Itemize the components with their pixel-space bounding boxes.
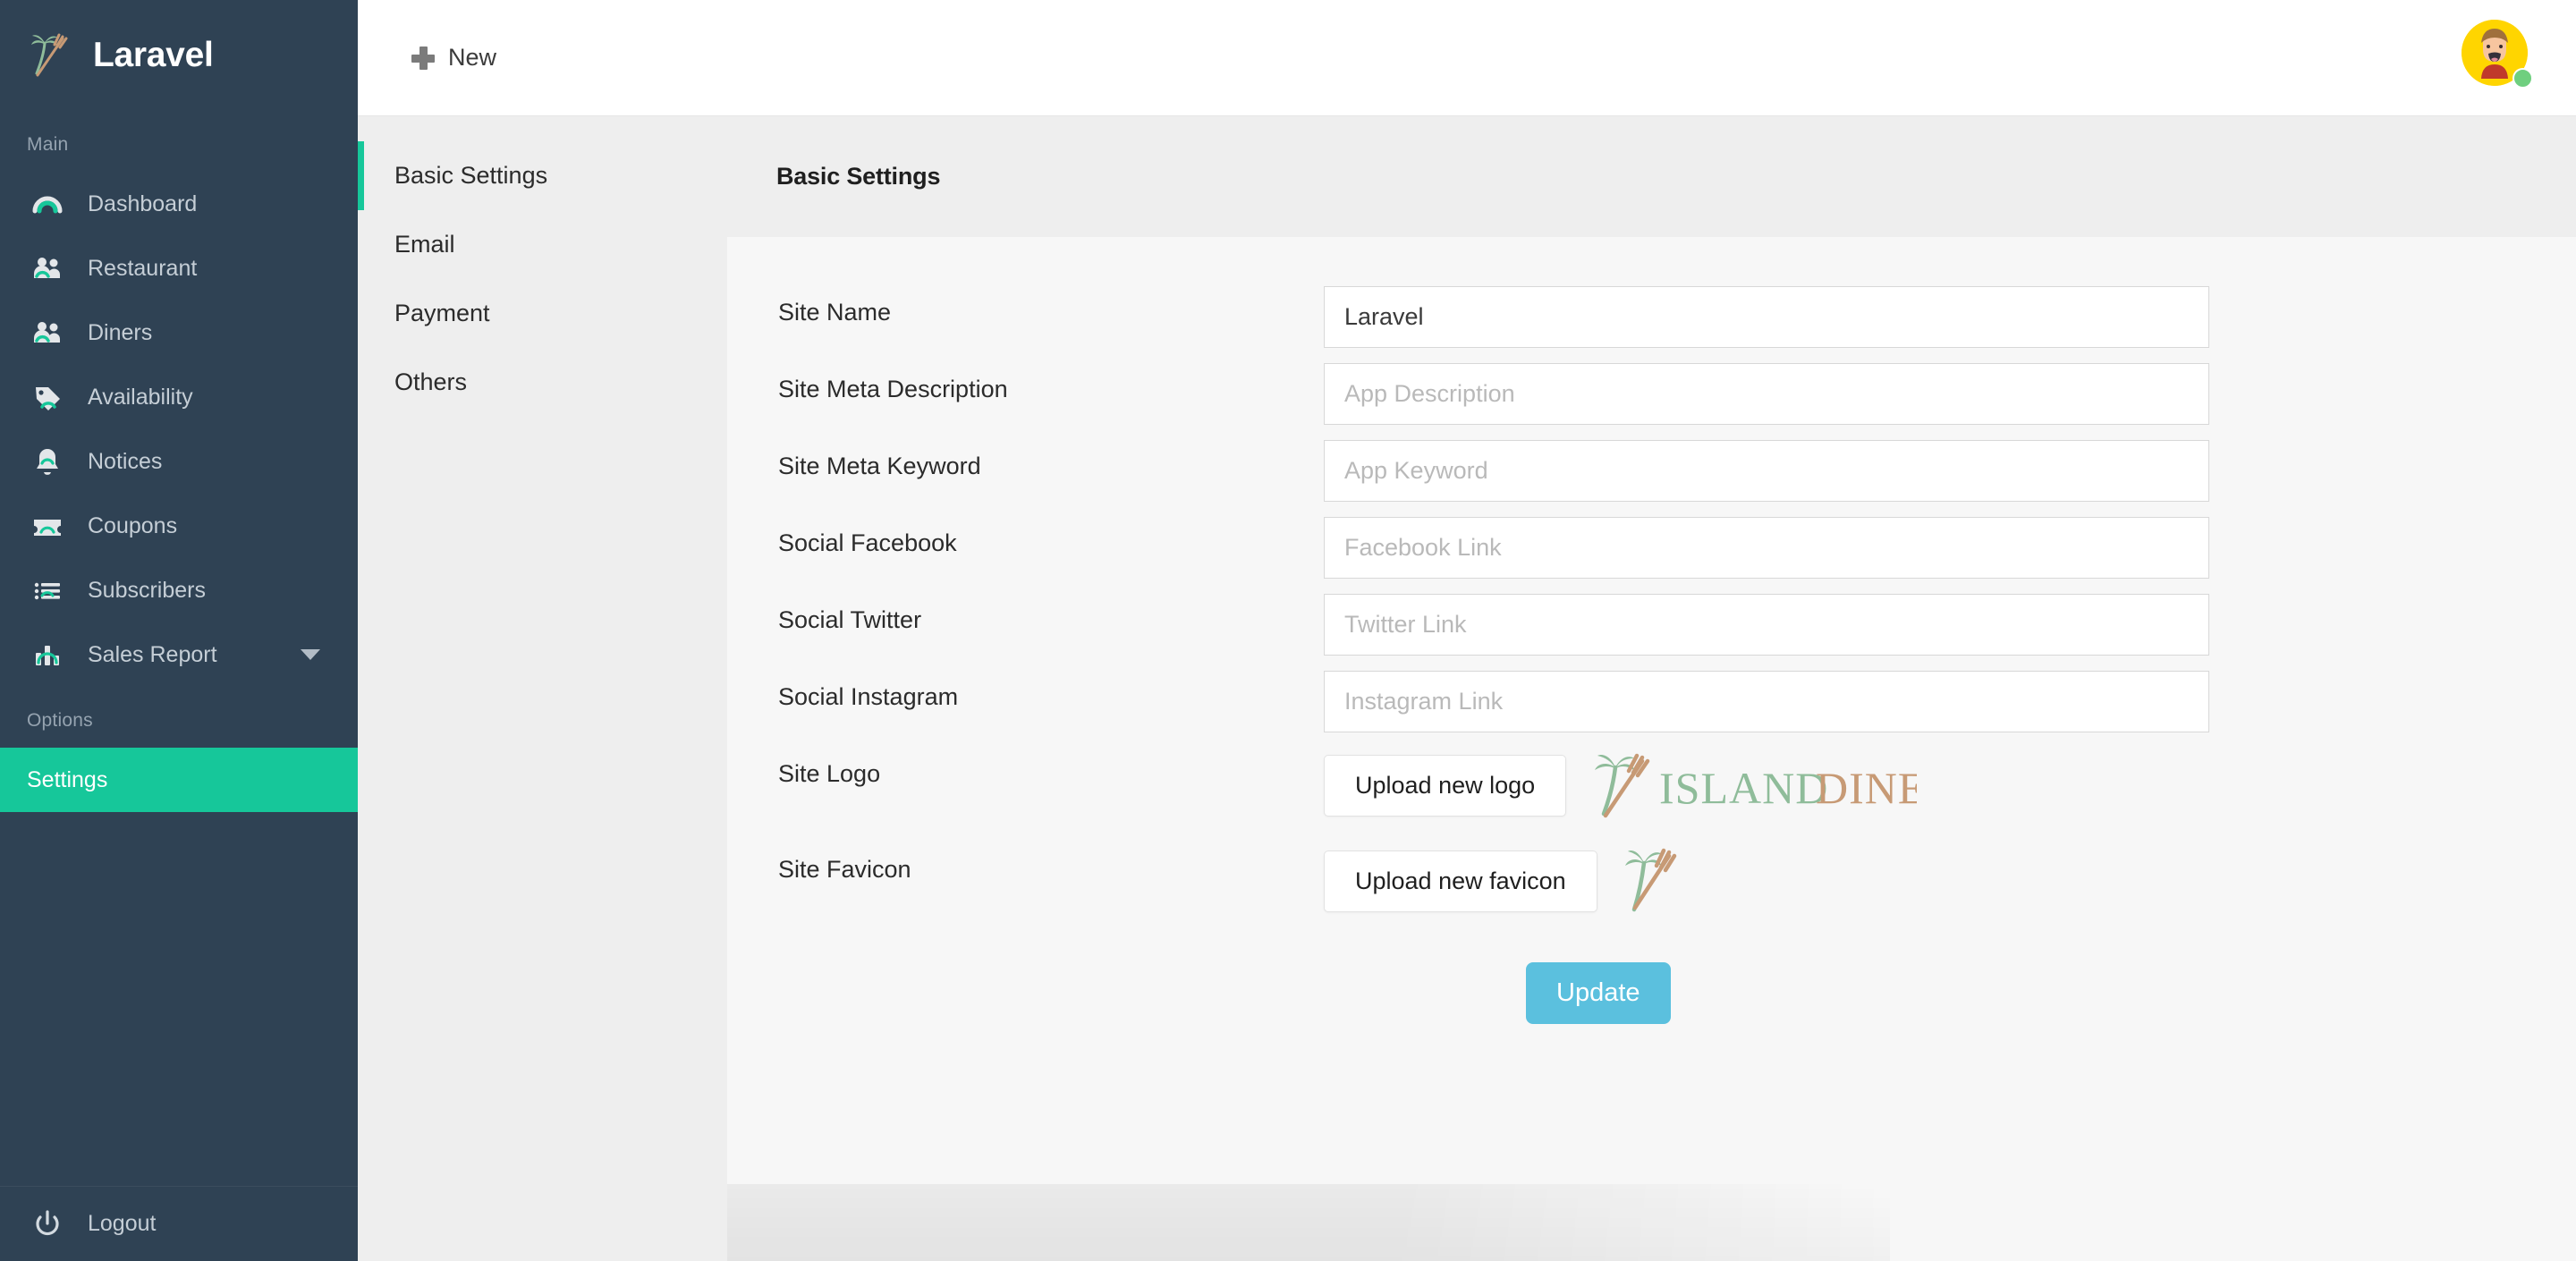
form-row-site-name: Site Name — [727, 286, 2576, 348]
field-label: Site Meta Description — [778, 376, 1008, 402]
site-meta-keyword-input[interactable] — [1324, 440, 2209, 502]
status-badge — [2512, 68, 2533, 89]
sidebar-item-availability[interactable]: Availability — [0, 365, 358, 429]
field-label: Social Facebook — [778, 529, 957, 556]
sidebar-item-label: Coupons — [88, 512, 178, 538]
bell-icon — [30, 444, 64, 478]
settings-card: Basic Settings Site Name Site Meta Descr… — [727, 116, 2576, 1261]
palm-fork-logo-icon — [27, 30, 77, 80]
sidebar-item-coupons[interactable]: Coupons — [0, 494, 358, 558]
site-name-input[interactable] — [1324, 286, 2209, 348]
sidebar-item-label: Notices — [88, 448, 163, 474]
sidebar-item-label: Diners — [88, 319, 153, 345]
people-group-icon — [30, 251, 64, 285]
page-title: Basic Settings — [776, 163, 941, 190]
site-favicon-preview — [1617, 843, 1689, 919]
avatar[interactable] — [2462, 20, 2533, 91]
card-bottom-shadow — [727, 1184, 1890, 1261]
social-twitter-input[interactable] — [1324, 594, 2209, 656]
field-label: Site Favicon — [778, 856, 911, 883]
sidebar-section-main-label: Main — [27, 134, 69, 155]
site-logo-preview: ISLAND DINE — [1586, 748, 1926, 824]
gauge-icon — [30, 187, 64, 221]
subnav-item-label: Payment — [394, 300, 490, 326]
plus-icon — [411, 46, 435, 70]
update-row: Update — [727, 962, 2576, 1024]
list-icon — [30, 573, 64, 607]
form-row-site-logo: Site Logo Upload new logo ISLAND DINE — [727, 748, 2576, 824]
app-root: Laravel Main Dashboard Restaurant Diners… — [0, 0, 2576, 1261]
sidebar: Laravel Main Dashboard Restaurant Diners… — [0, 0, 358, 1261]
right-column: New Basic Settings Email Payment Others … — [358, 0, 2576, 1261]
sidebar-item-label: Restaurant — [88, 255, 198, 281]
subnav-item-basic-settings[interactable]: Basic Settings — [358, 141, 727, 210]
sidebar-item-restaurant[interactable]: Restaurant — [0, 236, 358, 300]
body-area: Basic Settings Email Payment Others Basi… — [358, 116, 2576, 1261]
form-row-site-meta-keyword: Site Meta Keyword — [727, 440, 2576, 502]
new-button-label: New — [448, 44, 497, 71]
settings-form: Site Name Site Meta Description Site Met… — [727, 237, 2576, 1024]
field-label: Site Name — [778, 299, 892, 326]
power-icon — [30, 1207, 64, 1241]
sidebar-item-label: Sales Report — [88, 641, 217, 667]
form-row-social-facebook: Social Facebook — [727, 517, 2576, 579]
sidebar-item-notices[interactable]: Notices — [0, 429, 358, 494]
subnav-item-label: Email — [394, 231, 455, 258]
sidebar-item-sales-report[interactable]: Sales Report — [0, 622, 358, 687]
upload-new-logo-button[interactable]: Upload new logo — [1324, 755, 1567, 817]
brand-title: Laravel — [93, 36, 214, 74]
form-row-site-favicon: Site Favicon Upload new favicon — [727, 843, 2576, 919]
field-label: Social Twitter — [778, 606, 922, 633]
new-button[interactable]: New — [411, 44, 496, 72]
people-group-icon — [30, 316, 64, 350]
chevron-down-icon[interactable] — [301, 649, 320, 660]
brand[interactable]: Laravel — [0, 0, 358, 111]
sidebar-item-label: Subscribers — [88, 577, 206, 603]
ticket-icon — [30, 509, 64, 543]
settings-subnav: Basic Settings Email Payment Others — [358, 116, 727, 1261]
logo-text-dine: DINE — [1816, 763, 1917, 813]
tag-icon — [30, 380, 64, 414]
social-facebook-input[interactable] — [1324, 517, 2209, 579]
topbar: New — [358, 0, 2576, 116]
card-header: Basic Settings — [727, 116, 2576, 237]
field-label: Site Meta Keyword — [778, 453, 981, 479]
site-meta-description-input[interactable] — [1324, 363, 2209, 425]
logout-button[interactable]: Logout — [0, 1186, 358, 1261]
field-label: Site Logo — [778, 760, 881, 787]
sidebar-item-subscribers[interactable]: Subscribers — [0, 558, 358, 622]
sidebar-section-options-label: Options — [27, 710, 93, 731]
update-button[interactable]: Update — [1526, 962, 1671, 1024]
subnav-item-label: Basic Settings — [394, 162, 548, 189]
logo-text-island: ISLAND — [1659, 763, 1828, 813]
sidebar-item-label: Dashboard — [88, 190, 198, 216]
sidebar-item-diners[interactable]: Diners — [0, 300, 358, 365]
form-row-site-meta-description: Site Meta Description — [727, 363, 2576, 425]
logout-label: Logout — [88, 1211, 157, 1236]
bar-chart-icon — [30, 638, 64, 672]
sidebar-item-dashboard[interactable]: Dashboard — [0, 172, 358, 236]
subnav-item-label: Others — [394, 368, 468, 395]
social-instagram-input[interactable] — [1324, 671, 2209, 732]
upload-new-favicon-button[interactable]: Upload new favicon — [1324, 851, 1597, 912]
form-row-social-instagram: Social Instagram — [727, 671, 2576, 732]
subnav-item-payment[interactable]: Payment — [358, 279, 727, 348]
sidebar-item-label: Settings — [27, 766, 108, 792]
subnav-item-email[interactable]: Email — [358, 210, 727, 279]
form-row-social-twitter: Social Twitter — [727, 594, 2576, 656]
sidebar-item-settings[interactable]: Settings — [0, 748, 358, 812]
field-label: Social Instagram — [778, 683, 959, 710]
sidebar-item-label: Availability — [88, 384, 193, 410]
subnav-item-others[interactable]: Others — [358, 348, 727, 417]
